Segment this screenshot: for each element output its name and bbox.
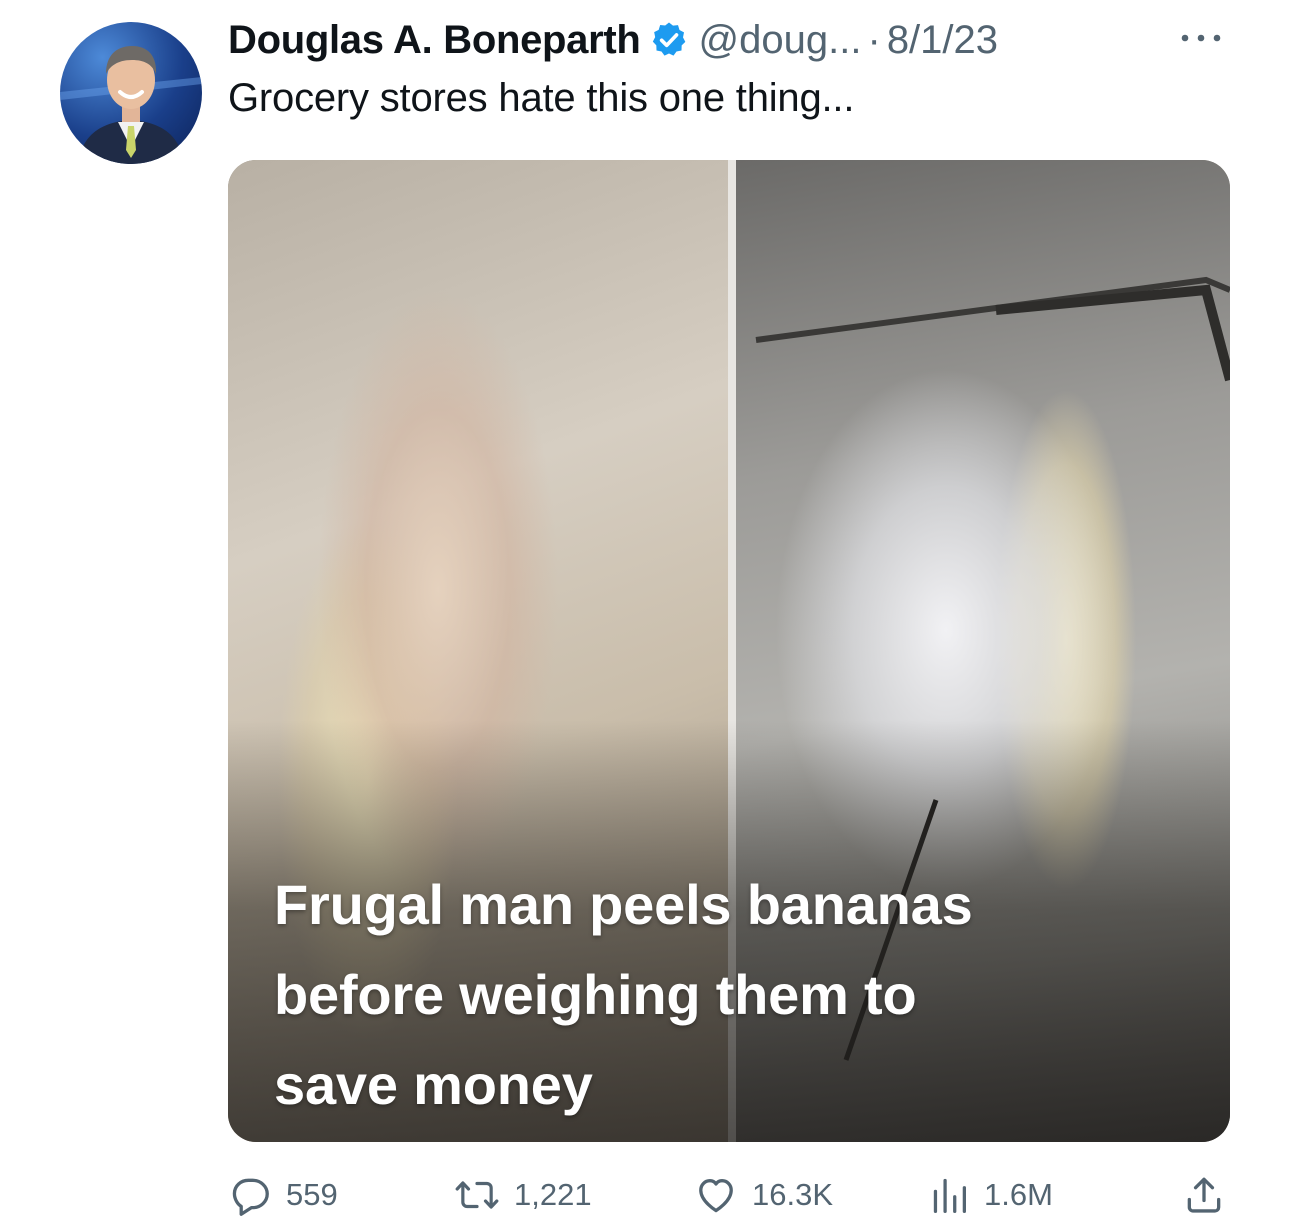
avatar[interactable] xyxy=(60,22,202,164)
avatar-portrait xyxy=(60,46,202,164)
retweet-button[interactable]: 1,221 xyxy=(454,1170,592,1220)
heart-icon xyxy=(699,1179,733,1213)
header-separator: · xyxy=(867,17,881,62)
verified-badge-icon xyxy=(652,22,685,56)
like-count: 16.3K xyxy=(752,1177,834,1212)
tweet[interactable]: Douglas A. Boneparth @doug... · 8/1/23 G… xyxy=(0,0,1290,1229)
tweet-text: Grocery stores hate this one thing... xyxy=(228,76,855,120)
share-icon xyxy=(1187,1177,1221,1213)
tweet-header: Douglas A. Boneparth @doug... · 8/1/23 xyxy=(228,14,1238,66)
author-name[interactable]: Douglas A. Boneparth xyxy=(228,18,641,63)
image-caption: Frugal man peels bananas before weighing… xyxy=(274,860,1204,1130)
tweet-actions: 559 1,221 16.3K 1.6M xyxy=(228,1170,1230,1220)
like-button[interactable]: 16.3K xyxy=(694,1170,833,1220)
reply-icon xyxy=(232,1178,269,1216)
reply-count: 559 xyxy=(286,1177,338,1212)
more-options-icon[interactable] xyxy=(1176,24,1226,52)
views-button[interactable]: 1.6M xyxy=(930,1170,1053,1220)
retweet-count: 1,221 xyxy=(514,1177,592,1212)
caption-line: before weighing them to xyxy=(274,963,917,1026)
retweet-icon xyxy=(455,1181,499,1209)
caption-line: Frugal man peels bananas xyxy=(274,873,973,936)
tweet-media[interactable]: Frugal man peels bananas before weighing… xyxy=(228,160,1230,1142)
share-button[interactable] xyxy=(1182,1170,1226,1220)
views-chart-icon xyxy=(933,1178,966,1214)
caption-line: save money xyxy=(274,1053,593,1116)
views-count: 1.6M xyxy=(984,1177,1053,1212)
reply-button[interactable]: 559 xyxy=(228,1170,338,1220)
author-handle[interactable]: @doug... xyxy=(699,18,862,63)
tweet-date[interactable]: 8/1/23 xyxy=(887,18,998,63)
